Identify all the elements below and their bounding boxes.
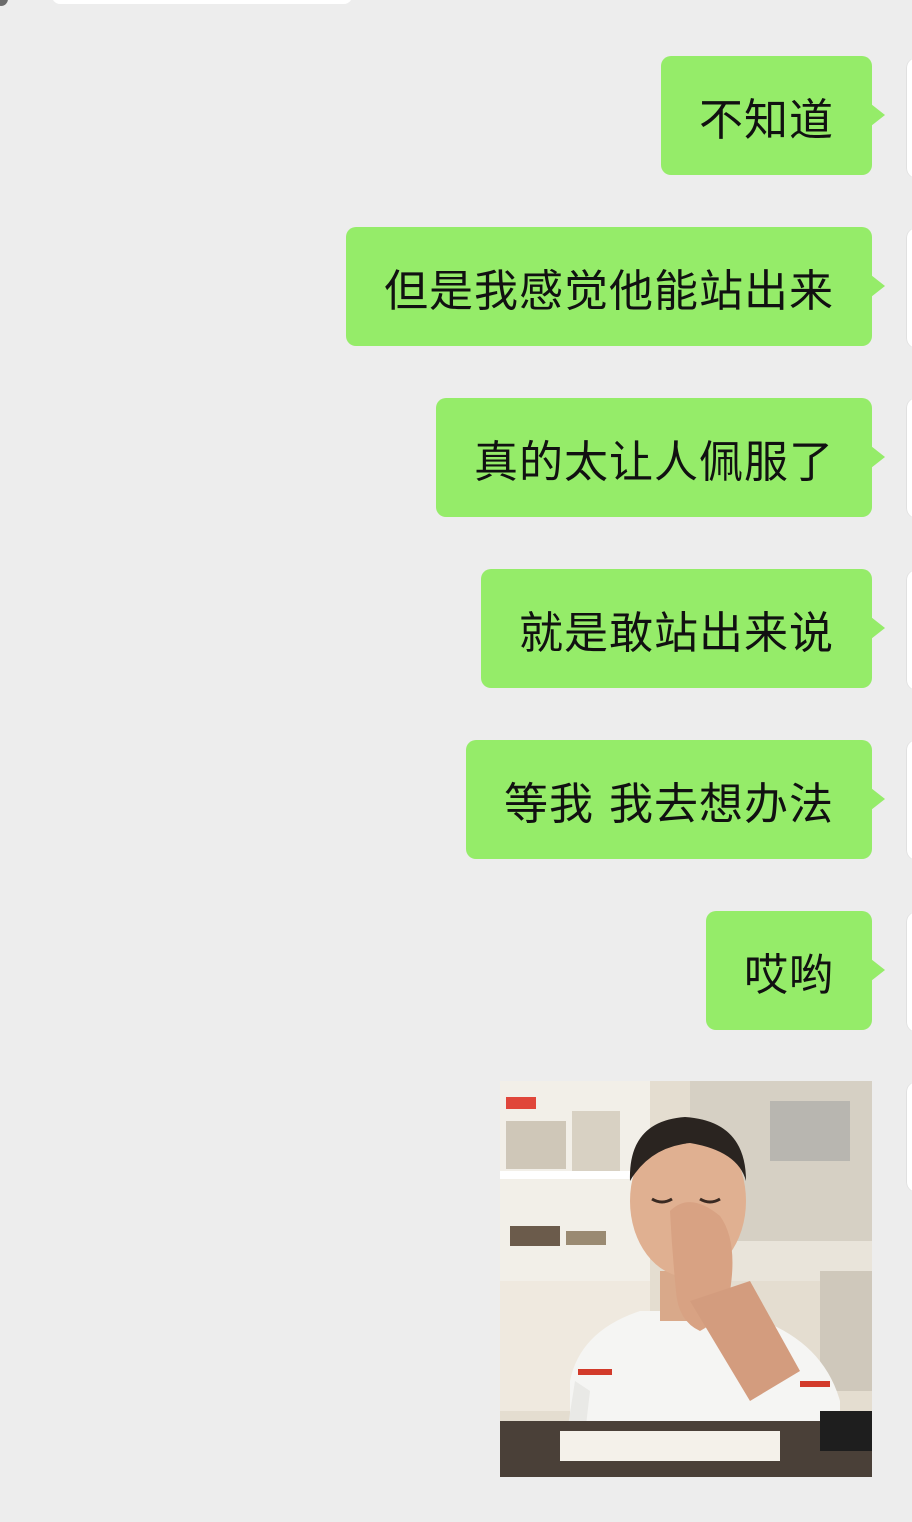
avatar-cutoff [0,0,8,6]
message-text: 不知道 [699,94,834,146]
sender-avatar[interactable] [906,58,912,178]
sticker-image [500,1081,872,1477]
chat-bubble-sent[interactable]: 就是敢站出来说 [481,569,885,688]
chat-bubble-sent[interactable]: 但是我感觉他能站出来 [346,227,885,346]
sender-avatar[interactable] [906,912,912,1032]
sender-avatar[interactable] [906,398,912,518]
sender-avatar[interactable] [906,740,912,860]
message-text: 就是敢站出来说 [519,607,834,659]
message-text: 但是我感觉他能站出来 [384,265,834,317]
message-text: 真的太让人佩服了 [474,436,834,488]
previous-message-cutoff [52,0,352,4]
sender-avatar[interactable] [906,228,912,348]
chat-bubble-sent[interactable]: 哎哟 [706,911,885,1030]
sender-avatar[interactable] [906,570,912,690]
sender-avatar[interactable] [906,1082,912,1192]
message-text: 哎哟 [744,949,834,1001]
chat-bubble-sent[interactable]: 等我 我去想办法 [466,740,885,859]
chat-bubble-sent[interactable]: 真的太让人佩服了 [436,398,885,517]
chat-bubble-sent[interactable]: 不知道 [661,56,885,175]
message-text: 等我 我去想办法 [504,778,834,830]
image-message[interactable] [500,1081,872,1477]
